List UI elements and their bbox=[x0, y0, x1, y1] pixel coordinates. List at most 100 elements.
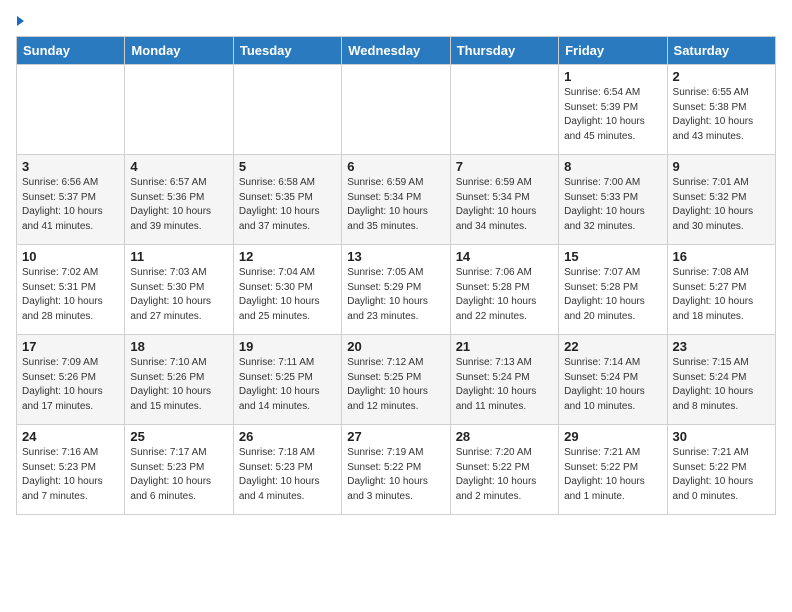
day-number: 10 bbox=[22, 249, 119, 264]
logo-triangle-icon bbox=[17, 16, 24, 26]
day-info: Sunrise: 7:21 AM Sunset: 5:22 PM Dayligh… bbox=[673, 446, 770, 504]
logo bbox=[16, 16, 24, 28]
calendar-cell: 21 Sunrise: 7:13 AM Sunset: 5:24 PM Dayli… bbox=[450, 335, 558, 425]
day-info: Sunrise: 7:11 AM Sunset: 5:25 PM Dayligh… bbox=[239, 356, 336, 414]
day-number: 26 bbox=[239, 429, 336, 444]
calendar-cell: 9 Sunrise: 7:01 AM Sunset: 5:32 PM Daylig… bbox=[667, 155, 775, 245]
day-number: 23 bbox=[673, 339, 770, 354]
calendar-header-saturday: Saturday bbox=[667, 37, 775, 65]
day-number: 2 bbox=[673, 69, 770, 84]
day-info: Sunrise: 7:18 AM Sunset: 5:23 PM Dayligh… bbox=[239, 446, 336, 504]
day-number: 16 bbox=[673, 249, 770, 264]
day-number: 20 bbox=[347, 339, 444, 354]
day-number: 9 bbox=[673, 159, 770, 174]
calendar-header-sunday: Sunday bbox=[17, 37, 125, 65]
day-number: 21 bbox=[456, 339, 553, 354]
calendar-cell: 12 Sunrise: 7:04 AM Sunset: 5:30 PM Dayli… bbox=[233, 245, 341, 335]
day-info: Sunrise: 7:21 AM Sunset: 5:22 PM Dayligh… bbox=[564, 446, 661, 504]
calendar-cell: 23 Sunrise: 7:15 AM Sunset: 5:24 PM Dayli… bbox=[667, 335, 775, 425]
calendar-cell: 27 Sunrise: 7:19 AM Sunset: 5:22 PM Dayli… bbox=[342, 425, 450, 515]
day-info: Sunrise: 6:59 AM Sunset: 5:34 PM Dayligh… bbox=[347, 176, 444, 234]
day-info: Sunrise: 7:20 AM Sunset: 5:22 PM Dayligh… bbox=[456, 446, 553, 504]
calendar-cell: 17 Sunrise: 7:09 AM Sunset: 5:26 PM Dayli… bbox=[17, 335, 125, 425]
day-info: Sunrise: 6:57 AM Sunset: 5:36 PM Dayligh… bbox=[130, 176, 227, 234]
calendar-week-4: 17 Sunrise: 7:09 AM Sunset: 5:26 PM Dayli… bbox=[17, 335, 776, 425]
day-info: Sunrise: 6:59 AM Sunset: 5:34 PM Dayligh… bbox=[456, 176, 553, 234]
day-number: 22 bbox=[564, 339, 661, 354]
calendar-cell: 6 Sunrise: 6:59 AM Sunset: 5:34 PM Daylig… bbox=[342, 155, 450, 245]
day-info: Sunrise: 7:05 AM Sunset: 5:29 PM Dayligh… bbox=[347, 266, 444, 324]
day-number: 8 bbox=[564, 159, 661, 174]
day-number: 27 bbox=[347, 429, 444, 444]
calendar-cell: 30 Sunrise: 7:21 AM Sunset: 5:22 PM Dayli… bbox=[667, 425, 775, 515]
day-number: 17 bbox=[22, 339, 119, 354]
calendar-cell bbox=[17, 65, 125, 155]
day-number: 13 bbox=[347, 249, 444, 264]
page-header bbox=[16, 16, 776, 28]
day-info: Sunrise: 7:08 AM Sunset: 5:27 PM Dayligh… bbox=[673, 266, 770, 324]
day-info: Sunrise: 7:03 AM Sunset: 5:30 PM Dayligh… bbox=[130, 266, 227, 324]
day-info: Sunrise: 7:12 AM Sunset: 5:25 PM Dayligh… bbox=[347, 356, 444, 414]
calendar-cell: 15Sunrise: 7:07 AM Sunset: 5:28 PM Dayli… bbox=[559, 245, 667, 335]
calendar-cell: 2 Sunrise: 6:55 AM Sunset: 5:38 PM Daylig… bbox=[667, 65, 775, 155]
calendar-week-5: 24 Sunrise: 7:16 AM Sunset: 5:23 PM Dayli… bbox=[17, 425, 776, 515]
calendar-header-monday: Monday bbox=[125, 37, 233, 65]
day-info: Sunrise: 7:19 AM Sunset: 5:22 PM Dayligh… bbox=[347, 446, 444, 504]
day-number: 28 bbox=[456, 429, 553, 444]
day-number: 5 bbox=[239, 159, 336, 174]
calendar-table: SundayMondayTuesdayWednesdayThursdayFrid… bbox=[16, 36, 776, 515]
day-number: 24 bbox=[22, 429, 119, 444]
day-number: 14 bbox=[456, 249, 553, 264]
calendar-cell: 26 Sunrise: 7:18 AM Sunset: 5:23 PM Dayli… bbox=[233, 425, 341, 515]
day-info: Sunrise: 6:58 AM Sunset: 5:35 PM Dayligh… bbox=[239, 176, 336, 234]
calendar-cell bbox=[342, 65, 450, 155]
day-number: 11 bbox=[130, 249, 227, 264]
calendar-cell bbox=[450, 65, 558, 155]
day-number: 4 bbox=[130, 159, 227, 174]
day-info: Sunrise: 7:15 AM Sunset: 5:24 PM Dayligh… bbox=[673, 356, 770, 414]
calendar-cell: 11 Sunrise: 7:03 AM Sunset: 5:30 PM Dayli… bbox=[125, 245, 233, 335]
calendar-cell: 1Sunrise: 6:54 AM Sunset: 5:39 PM Daylig… bbox=[559, 65, 667, 155]
calendar-cell: 20 Sunrise: 7:12 AM Sunset: 5:25 PM Dayli… bbox=[342, 335, 450, 425]
day-number: 15 bbox=[564, 249, 661, 264]
day-info: Sunrise: 7:16 AM Sunset: 5:23 PM Dayligh… bbox=[22, 446, 119, 504]
calendar-cell: 3Sunrise: 6:56 AM Sunset: 5:37 PM Daylig… bbox=[17, 155, 125, 245]
day-info: Sunrise: 7:04 AM Sunset: 5:30 PM Dayligh… bbox=[239, 266, 336, 324]
day-number: 25 bbox=[130, 429, 227, 444]
calendar-header-wednesday: Wednesday bbox=[342, 37, 450, 65]
calendar-cell bbox=[233, 65, 341, 155]
day-info: Sunrise: 7:17 AM Sunset: 5:23 PM Dayligh… bbox=[130, 446, 227, 504]
calendar-header-friday: Friday bbox=[559, 37, 667, 65]
calendar-cell: 25 Sunrise: 7:17 AM Sunset: 5:23 PM Dayli… bbox=[125, 425, 233, 515]
day-info: Sunrise: 7:09 AM Sunset: 5:26 PM Dayligh… bbox=[22, 356, 119, 414]
day-info: Sunrise: 7:01 AM Sunset: 5:32 PM Dayligh… bbox=[673, 176, 770, 234]
day-info: Sunrise: 7:13 AM Sunset: 5:24 PM Dayligh… bbox=[456, 356, 553, 414]
day-number: 18 bbox=[130, 339, 227, 354]
calendar-cell: 19Sunrise: 7:11 AM Sunset: 5:25 PM Dayli… bbox=[233, 335, 341, 425]
day-info: Sunrise: 6:56 AM Sunset: 5:37 PM Dayligh… bbox=[22, 176, 119, 234]
calendar-cell: 4 Sunrise: 6:57 AM Sunset: 5:36 PM Daylig… bbox=[125, 155, 233, 245]
calendar-week-1: 1Sunrise: 6:54 AM Sunset: 5:39 PM Daylig… bbox=[17, 65, 776, 155]
calendar-cell: 28 Sunrise: 7:20 AM Sunset: 5:22 PM Dayli… bbox=[450, 425, 558, 515]
day-number: 30 bbox=[673, 429, 770, 444]
calendar-cell: 5 Sunrise: 6:58 AM Sunset: 5:35 PM Daylig… bbox=[233, 155, 341, 245]
calendar-cell: 29 Sunrise: 7:21 AM Sunset: 5:22 PM Dayli… bbox=[559, 425, 667, 515]
calendar-cell: 10 Sunrise: 7:02 AM Sunset: 5:31 PM Dayli… bbox=[17, 245, 125, 335]
day-info: Sunrise: 6:55 AM Sunset: 5:38 PM Dayligh… bbox=[673, 86, 770, 144]
day-number: 7 bbox=[456, 159, 553, 174]
day-number: 12 bbox=[239, 249, 336, 264]
calendar-cell: 8Sunrise: 7:00 AM Sunset: 5:33 PM Daylig… bbox=[559, 155, 667, 245]
day-number: 6 bbox=[347, 159, 444, 174]
day-info: Sunrise: 7:10 AM Sunset: 5:26 PM Dayligh… bbox=[130, 356, 227, 414]
calendar-cell: 24 Sunrise: 7:16 AM Sunset: 5:23 PM Dayli… bbox=[17, 425, 125, 515]
day-number: 29 bbox=[564, 429, 661, 444]
calendar-week-3: 10 Sunrise: 7:02 AM Sunset: 5:31 PM Dayli… bbox=[17, 245, 776, 335]
calendar-cell: 16 Sunrise: 7:08 AM Sunset: 5:27 PM Dayli… bbox=[667, 245, 775, 335]
calendar-header-row: SundayMondayTuesdayWednesdayThursdayFrid… bbox=[17, 37, 776, 65]
day-info: Sunrise: 7:02 AM Sunset: 5:31 PM Dayligh… bbox=[22, 266, 119, 324]
calendar-cell: 14Sunrise: 7:06 AM Sunset: 5:28 PM Dayli… bbox=[450, 245, 558, 335]
calendar-cell: 13 Sunrise: 7:05 AM Sunset: 5:29 PM Dayli… bbox=[342, 245, 450, 335]
day-info: Sunrise: 7:14 AM Sunset: 5:24 PM Dayligh… bbox=[564, 356, 661, 414]
calendar-header-tuesday: Tuesday bbox=[233, 37, 341, 65]
day-info: Sunrise: 6:54 AM Sunset: 5:39 PM Dayligh… bbox=[564, 86, 661, 144]
